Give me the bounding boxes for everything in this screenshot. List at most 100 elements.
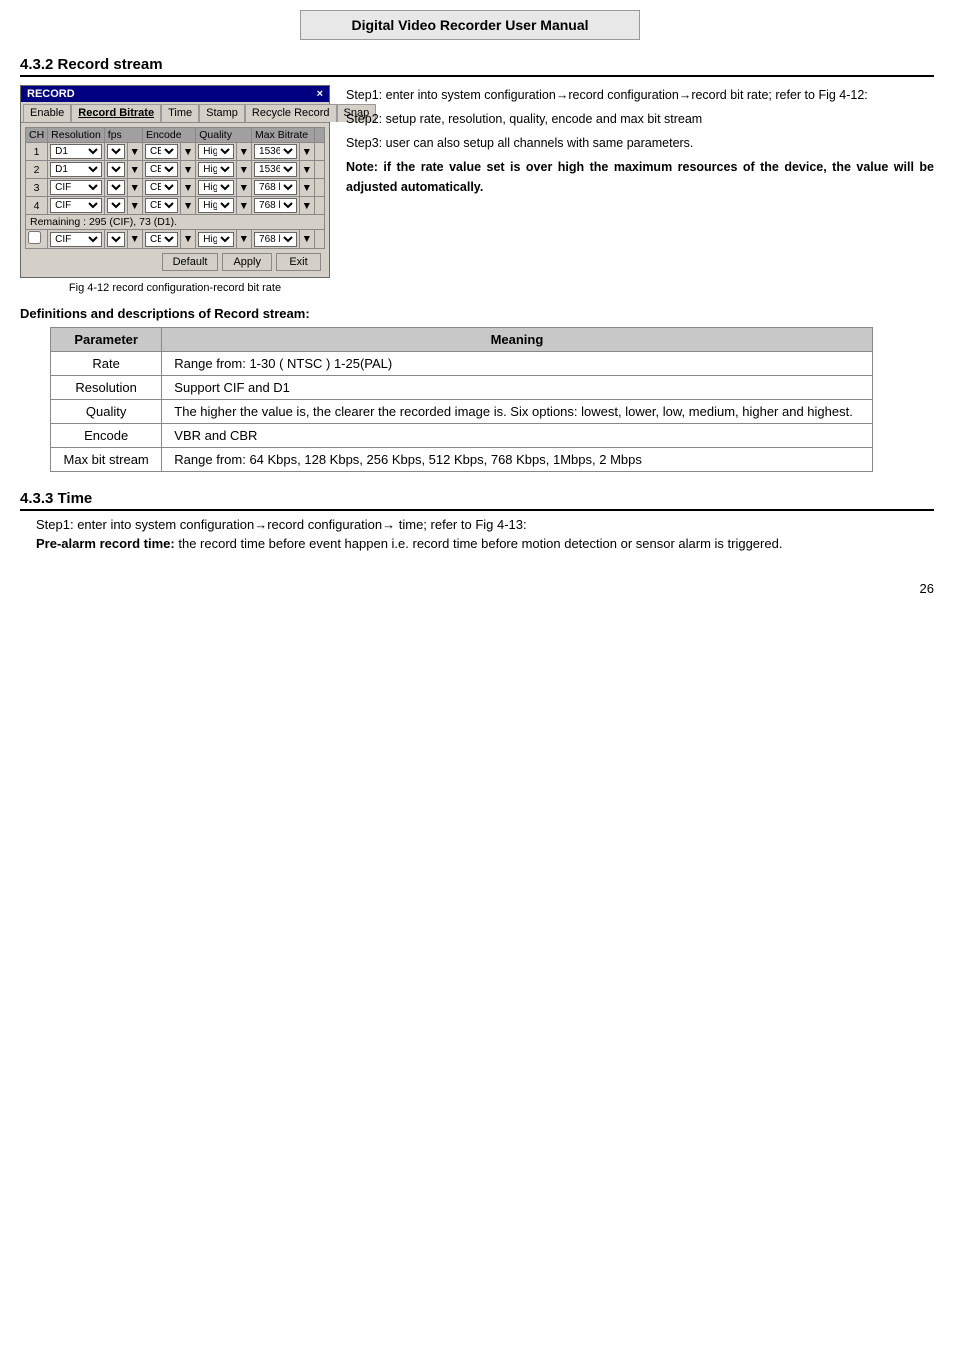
defs-title: Definitions and descriptions of Record s… xyxy=(20,306,934,321)
res-4: CIF xyxy=(48,197,105,215)
all-checkbox-cell xyxy=(26,230,48,249)
main-layout: RECORD × Enable Record Bitrate Time Stam… xyxy=(20,85,934,294)
apply-button[interactable]: Apply xyxy=(222,253,272,271)
maxbr-4: 768 kbps xyxy=(252,197,300,215)
enc-2: CBR xyxy=(142,161,180,179)
qual-2: Higher xyxy=(196,161,236,179)
header-title: Digital Video Recorder User Manual xyxy=(351,17,588,33)
maxbitrate-select-1[interactable]: 1536 kbps xyxy=(254,144,297,159)
quality-select-3[interactable]: Higher xyxy=(198,180,233,195)
all-quality-select[interactable]: Higher xyxy=(198,232,233,247)
enc-arr-2: ▼ xyxy=(180,161,195,179)
fps-select-2[interactable]: 7 xyxy=(107,162,125,177)
remaining-row: Remaining : 295 (CIF), 73 (D1). xyxy=(26,215,325,230)
maxbr-arr-4: ▼ xyxy=(299,197,314,215)
col-resolution: Resolution xyxy=(48,128,105,143)
def-col-meaning: Meaning xyxy=(162,328,872,352)
close-icon[interactable]: × xyxy=(317,88,323,100)
col-quality: Quality xyxy=(196,128,252,143)
table-row: 3 CIF 1 ▼ CBR ▼ xyxy=(26,179,325,197)
left-column: RECORD × Enable Record Bitrate Time Stam… xyxy=(20,85,330,294)
all-maxbitrate-select[interactable]: 768 kbps xyxy=(254,232,297,247)
scrollbar-header xyxy=(315,128,325,143)
def-row-rate: Rate Range from: 1-30 ( NTSC ) 1-25(PAL) xyxy=(51,352,873,376)
fps-select-4[interactable]: 30 xyxy=(107,198,125,213)
col-ch: CH xyxy=(26,128,48,143)
col-maxbitrate: Max Bitrate xyxy=(252,128,315,143)
resolution-select-2[interactable]: D1 xyxy=(50,162,102,177)
maxbr-arr-2: ▼ xyxy=(299,161,314,179)
tab-recycle-record[interactable]: Recycle Record xyxy=(245,104,337,122)
all-fps: 30 xyxy=(104,230,127,249)
maxbr-2: 1536 kbps xyxy=(252,161,300,179)
remaining-text: Remaining : 295 (CIF), 73 (D1). xyxy=(26,215,325,230)
section-433-step1: Step1: enter into system configuration→r… xyxy=(36,517,934,532)
qual-1: Higher xyxy=(196,143,236,161)
all-fps-select[interactable]: 30 xyxy=(107,232,125,247)
all-checkbox[interactable] xyxy=(28,231,41,244)
all-enc-arr: ▼ xyxy=(180,230,195,249)
qual-arr-2: ▼ xyxy=(236,161,251,179)
all-encode-select[interactable]: CBR xyxy=(145,232,178,247)
quality-select-4[interactable]: Higher xyxy=(198,198,233,213)
tab-stamp[interactable]: Stamp xyxy=(199,104,245,122)
fps-select-1[interactable]: 30 xyxy=(107,144,125,159)
fps-arr-2: ▼ xyxy=(127,161,142,179)
resolution-select-3[interactable]: CIF xyxy=(50,180,102,195)
step1-text: Step1: enter into system configuration→r… xyxy=(346,85,934,105)
def-col-param: Parameter xyxy=(51,328,162,352)
def-row-resolution: Resolution Support CIF and D1 xyxy=(51,376,873,400)
all-row: CIF 30 ▼ CBR ▼ Higher xyxy=(26,230,325,249)
enc-4: CBR xyxy=(142,197,180,215)
encode-select-3[interactable]: CBR xyxy=(145,180,178,195)
def-row-quality: Quality The higher the value is, the cle… xyxy=(51,400,873,424)
quality-select-2[interactable]: Higher xyxy=(198,162,233,177)
def-param-encode: Encode xyxy=(51,424,162,448)
enc-3: CBR xyxy=(142,179,180,197)
section-432-title: 4.3.2 Record stream xyxy=(20,56,934,77)
all-qual: Higher xyxy=(196,230,236,249)
all-maxbr-arr: ▼ xyxy=(299,230,314,249)
ch-2: 2 xyxy=(26,161,48,179)
def-meaning-quality: The higher the value is, the clearer the… xyxy=(162,400,872,424)
default-button[interactable]: Default xyxy=(162,253,219,271)
maxbr-3: 768 kbps xyxy=(252,179,300,197)
enc-arr-4: ▼ xyxy=(180,197,195,215)
ch-3: 3 xyxy=(26,179,48,197)
tab-record-bitrate[interactable]: Record Bitrate xyxy=(71,104,161,122)
fps-3: 1 xyxy=(104,179,127,197)
maxbitrate-select-4[interactable]: 768 kbps xyxy=(254,198,297,213)
maxbitrate-select-2[interactable]: 1536 kbps xyxy=(254,162,297,177)
def-row-maxbitstream: Max bit stream Range from: 64 Kbps, 128 … xyxy=(51,448,873,472)
dialog-content: CH Resolution fps Encode Quality Max Bit… xyxy=(21,123,329,277)
fps-select-3[interactable]: 1 xyxy=(107,180,125,195)
qual-arr-4: ▼ xyxy=(236,197,251,215)
all-scroll xyxy=(315,230,325,249)
record-table: CH Resolution fps Encode Quality Max Bit… xyxy=(25,127,325,249)
tab-time[interactable]: Time xyxy=(161,104,199,122)
tab-enable[interactable]: Enable xyxy=(23,104,71,122)
encode-select-4[interactable]: CBR xyxy=(145,198,178,213)
definitions-section: Definitions and descriptions of Record s… xyxy=(20,306,934,472)
all-res: CIF xyxy=(48,230,105,249)
resolution-select-4[interactable]: CIF xyxy=(50,198,102,213)
col-encode: Encode xyxy=(142,128,195,143)
section-433: 4.3.3 Time Step1: enter into system conf… xyxy=(20,490,934,551)
dialog-buttons: Default Apply Exit xyxy=(25,249,325,273)
qual-3: Higher xyxy=(196,179,236,197)
encode-select-2[interactable]: CBR xyxy=(145,162,178,177)
step1-433-text: Step1: enter into system configuration→r… xyxy=(36,517,527,532)
enc-1: CBR xyxy=(142,143,180,161)
quality-select-1[interactable]: Higher xyxy=(198,144,233,159)
resolution-select-1[interactable]: D1 xyxy=(50,144,102,159)
exit-button[interactable]: Exit xyxy=(276,253,321,271)
res-1: D1 xyxy=(48,143,105,161)
all-resolution-select[interactable]: CIF xyxy=(50,232,102,247)
maxbr-arr-3: ▼ xyxy=(299,179,314,197)
encode-select-1[interactable]: CBR xyxy=(145,144,178,159)
step3-text: Step3: user can also setup all channels … xyxy=(346,133,934,153)
qual-4: Higher xyxy=(196,197,236,215)
pre-alarm-text: the record time before event happen i.e.… xyxy=(175,536,783,551)
def-meaning-maxbitstream: Range from: 64 Kbps, 128 Kbps, 256 Kbps,… xyxy=(162,448,872,472)
maxbitrate-select-3[interactable]: 768 kbps xyxy=(254,180,297,195)
